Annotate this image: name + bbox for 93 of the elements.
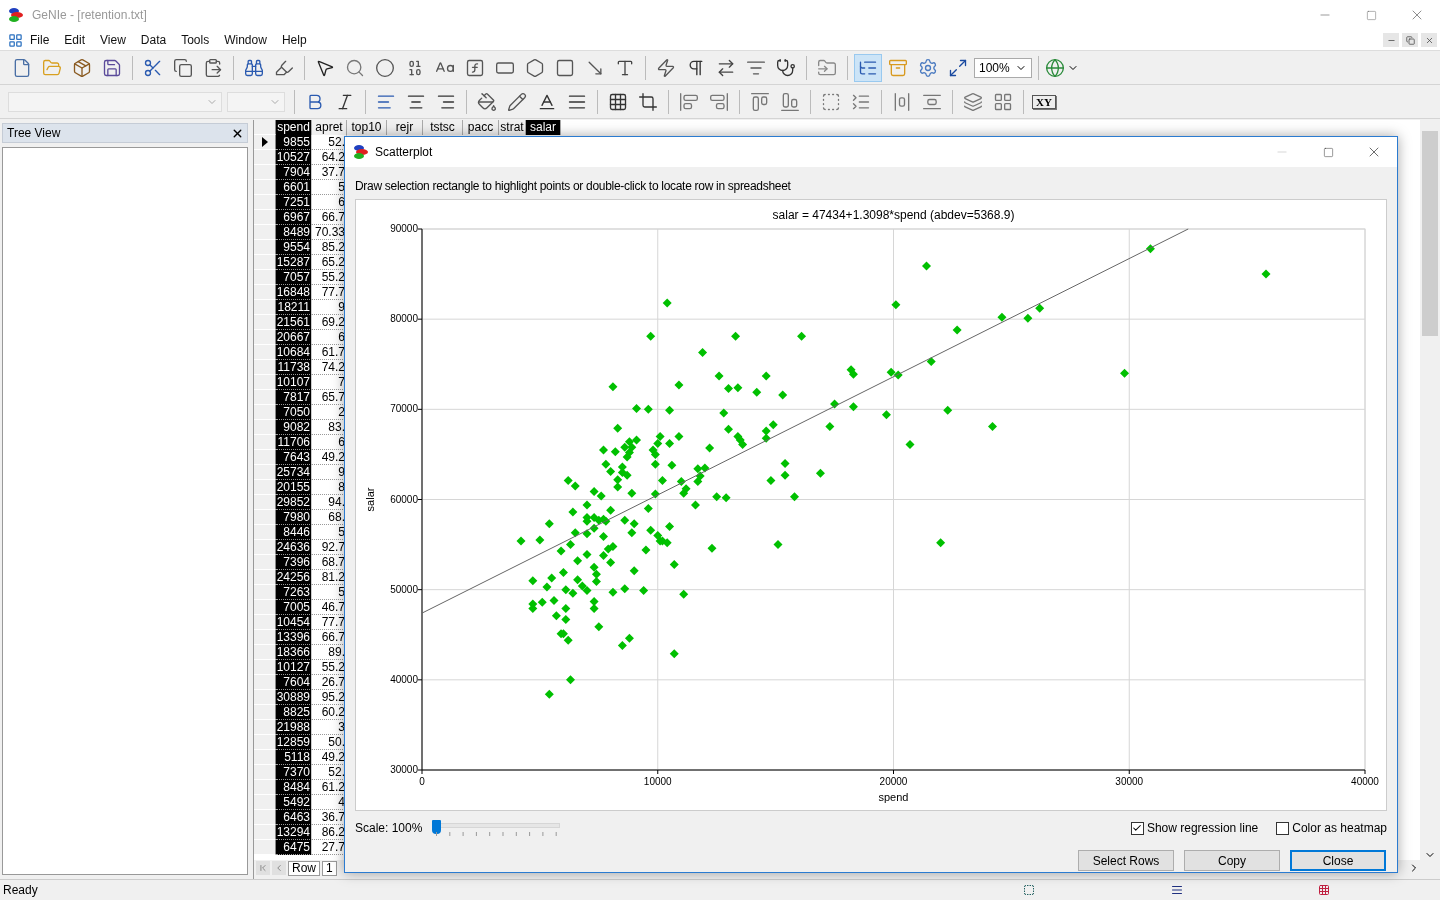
table-cell: 18366 <box>276 645 312 660</box>
table-cell: 21988 <box>276 720 312 735</box>
table-cell: 20667 <box>276 330 312 345</box>
table-cell: 7980 <box>276 510 312 525</box>
menu-item[interactable]: Edit <box>57 33 94 47</box>
table-cell: 5492 <box>276 795 312 810</box>
table-cell: 7050 <box>276 405 312 420</box>
row-label: Row <box>288 860 320 876</box>
x-axis-label: spend <box>878 791 909 803</box>
table-cell: 20155 <box>276 480 312 495</box>
instruction-text: Draw selection rectangle to highlight points or double-click to locate row in spreadsheet <box>354 178 792 195</box>
column-header[interactable]: top10 <box>347 120 387 135</box>
table-cell: 7817 <box>276 390 312 405</box>
menu-item[interactable]: File <box>23 33 58 47</box>
table-cell: 7396 <box>276 555 312 570</box>
table-cell: 7005 <box>276 600 312 615</box>
zoom-dropdown[interactable]: 100% <box>974 57 1032 78</box>
table-cell: 15287 <box>276 255 312 270</box>
table-cell: 5118 <box>276 750 312 765</box>
y-tick-label: 50000 <box>390 583 418 595</box>
column-header[interactable]: pacc <box>463 120 499 135</box>
table-cell: 10454 <box>276 615 312 630</box>
column-header[interactable]: apret <box>312 120 347 135</box>
x-tick-label: 10000 <box>643 776 672 787</box>
table-cell: 7263 <box>276 585 312 600</box>
checkbox-label: Show regression line <box>1146 821 1259 835</box>
table-cell: 24256 <box>276 570 312 585</box>
xy-label[interactable]: XY <box>1032 94 1056 109</box>
table-cell: 10684 <box>276 345 312 360</box>
table-cell: 10527 <box>276 150 312 165</box>
chart-title: salar = 47434+1.3098*spend (abdev=5368.9) <box>772 208 1015 222</box>
table-cell: 12859 <box>276 735 312 750</box>
row-field[interactable]: 1 <box>322 860 337 876</box>
menu-item[interactable]: Window <box>217 33 275 47</box>
x-tick-label: 40000 <box>1351 776 1379 787</box>
y-tick-label: 40000 <box>390 673 418 685</box>
x-tick-label: 20000 <box>879 776 908 787</box>
table-cell: 8489 <box>276 225 312 240</box>
panel-title: Tree View <box>7 126 61 140</box>
column-header[interactable]: tstsc <box>423 120 463 135</box>
menu-item[interactable]: Tools <box>174 33 218 47</box>
column-header[interactable]: salar <box>526 120 561 135</box>
x-tick-label: 0 <box>419 776 425 787</box>
table-cell: 7643 <box>276 450 312 465</box>
table-cell: 9082 <box>276 420 312 435</box>
table-cell: 11706 <box>276 435 312 450</box>
table-cell: 18211 <box>276 300 312 315</box>
table-cell: 29852 <box>276 495 312 510</box>
table-cell: 8446 <box>276 525 312 540</box>
table-cell: 13294 <box>276 825 312 840</box>
table-cell: 7251 <box>276 195 312 210</box>
column-header[interactable]: spend <box>276 120 312 135</box>
table-cell: 21561 <box>276 315 312 330</box>
dialog-button[interactable]: Close <box>1290 850 1386 871</box>
table-cell: 6601 <box>276 180 312 195</box>
table-cell: 16848 <box>276 285 312 300</box>
table-cell: 8825 <box>276 705 312 720</box>
window-title: GeNIe - [retention.txt] <box>32 8 148 22</box>
y-tick-label: 30000 <box>390 764 418 775</box>
table-cell: 6463 <box>276 810 312 825</box>
table-cell: 9855 <box>276 135 312 150</box>
y-tick-label: 70000 <box>390 403 418 415</box>
menu-item[interactable]: Data <box>133 33 175 47</box>
menu-item[interactable]: Help <box>274 33 315 47</box>
table-cell: 7904 <box>276 165 312 180</box>
table-cell: 10107 <box>276 375 312 390</box>
y-tick-label: 90000 <box>390 223 418 234</box>
y-tick-label: 60000 <box>390 493 418 505</box>
table-cell: 25734 <box>276 465 312 480</box>
column-header[interactable]: rejr <box>387 120 423 135</box>
menu-item[interactable]: View <box>93 33 134 47</box>
scale-label: Scale: 100% <box>355 821 423 835</box>
table-cell: 24636 <box>276 540 312 555</box>
dialog-button[interactable]: Copy <box>1184 850 1280 871</box>
x-tick-label: 30000 <box>1115 776 1144 787</box>
table-cell: 10127 <box>276 660 312 675</box>
checkbox-label: Color as heatmap <box>1292 821 1387 835</box>
status-text: Ready <box>3 883 39 897</box>
y-axis-label: salar <box>364 487 376 512</box>
dialog-title: Scatterplot <box>375 145 434 159</box>
y-tick-label: 80000 <box>390 313 418 325</box>
table-cell: 6475 <box>276 840 312 855</box>
column-header[interactable]: strat <box>499 120 526 135</box>
table-cell: 8484 <box>276 780 312 795</box>
table-cell: 9554 <box>276 240 312 255</box>
table-cell: 13396 <box>276 630 312 645</box>
table-cell: 7370 <box>276 765 312 780</box>
table-cell: 7604 <box>276 675 312 690</box>
table-cell: 7057 <box>276 270 312 285</box>
table-cell: 6967 <box>276 210 312 225</box>
dialog-button[interactable]: Select Rows <box>1078 850 1174 871</box>
table-cell: 11738 <box>276 360 312 375</box>
table-cell: 30889 <box>276 690 312 705</box>
